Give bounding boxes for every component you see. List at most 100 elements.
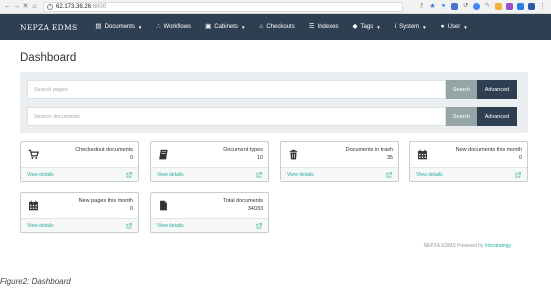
trash-icon — [289, 149, 298, 160]
widget-count: 0 — [129, 206, 133, 212]
nav-item-label: User — [447, 24, 461, 30]
external-link-icon[interactable] — [126, 222, 132, 229]
advanced-pages-button[interactable]: Advanced — [477, 80, 517, 99]
widget-count: 35 — [386, 155, 393, 161]
url-port: :8000 — [91, 3, 107, 10]
caret-down-icon: ▼ — [422, 24, 427, 30]
star-icon[interactable]: ★ — [429, 3, 436, 10]
widget-title: New documents this month — [455, 147, 522, 153]
brand-logo[interactable]: NEPZA EDMS — [20, 23, 77, 32]
extension-icon[interactable] — [506, 3, 513, 10]
widget-checkedout-documents: Checkedout documents 0 View details — [20, 141, 139, 182]
nav-item-tags[interactable]: ◆ Tags ▼ — [353, 23, 381, 31]
url-host: 62.173.36.26 — [56, 3, 92, 10]
key-icon[interactable]: ⚷ — [418, 3, 425, 10]
widget-footer[interactable]: View details — [151, 218, 268, 232]
book-icon — [159, 149, 168, 160]
user-icon: ● — [440, 22, 445, 30]
list-icon: ☰ — [308, 22, 315, 30]
external-link-icon[interactable] — [256, 222, 262, 229]
search-pages-row: Search Advanced — [27, 80, 517, 99]
close-icon[interactable]: ✕ — [21, 1, 30, 13]
calendar-icon — [29, 200, 38, 211]
widget-title: New pages this month — [78, 198, 133, 204]
view-details-link[interactable]: View details — [287, 172, 314, 178]
widget-title: Documents in trash — [345, 147, 393, 153]
widget-footer[interactable]: View details — [410, 167, 527, 181]
calendar-icon — [418, 149, 427, 160]
extension-icon[interactable] — [451, 3, 458, 10]
extension-icon[interactable]: ✎ — [484, 3, 491, 10]
back-icon[interactable]: ← — [3, 1, 12, 13]
footer-brand-link[interactable]: Infostrategy — [485, 243, 511, 249]
nav-item-checkouts[interactable]: ⌂ Checkouts — [259, 22, 295, 31]
caret-down-icon: ▼ — [240, 24, 246, 30]
file-icon — [160, 200, 167, 211]
widget-new-pages-this-month: New pages this month 0 View details — [20, 192, 139, 233]
nav-item-indexes[interactable]: ☰ Indexes — [308, 22, 339, 31]
search-pages-button[interactable]: Search — [446, 80, 477, 99]
view-details-link[interactable]: View details — [157, 223, 184, 229]
widget-body: New pages this month 0 — [21, 193, 138, 219]
view-details-link[interactable]: View details — [416, 172, 443, 178]
widget-count: 10 — [256, 155, 263, 161]
view-details-link[interactable]: View details — [27, 172, 54, 178]
top-navbar: NEPZA EDMS ▤ Documents ▼ ∴ Workflows ▣ Cabinet… — [0, 14, 551, 40]
external-link-icon[interactable] — [256, 171, 262, 178]
nav-item-workflows[interactable]: ∴ Workflows — [156, 23, 192, 31]
widget-body: Total documents 34033 — [151, 193, 268, 219]
info-icon: i — [394, 22, 397, 30]
nav-item-label: Documents — [104, 24, 135, 30]
extension-icon[interactable]: ↺ — [462, 3, 469, 10]
browser-toolbar: ← → ✕ ⌂ i 62.173.36.26:8000 ⚷ ★ ● ↺ ✎ ⋮ — [0, 0, 551, 14]
widget-footer[interactable]: View details — [21, 167, 138, 181]
search-pages-input[interactable] — [27, 80, 446, 99]
widget-count: 0 — [518, 155, 522, 161]
home-icon[interactable]: ⌂ — [30, 1, 39, 13]
widget-footer[interactable]: View details — [151, 167, 268, 181]
widget-title: Document types — [223, 147, 263, 153]
extension-icon[interactable] — [517, 3, 524, 10]
nav-item-label: Workflows — [163, 24, 192, 30]
cabinet-icon: ▣ — [205, 22, 212, 30]
widget-footer[interactable]: View details — [21, 218, 138, 232]
search-panel: Search Advanced Search Advanced — [20, 72, 528, 133]
view-details-link[interactable]: View details — [157, 172, 184, 178]
figure-caption: Figure2: Dashboard — [0, 277, 71, 286]
caret-down-icon: ▼ — [376, 24, 381, 30]
extension-icon[interactable] — [495, 3, 502, 10]
extension-icon[interactable]: ● — [440, 3, 447, 10]
search-documents-row: Search Advanced — [27, 107, 517, 126]
nav-item-label: Checkouts — [266, 24, 295, 30]
search-documents-input[interactable] — [27, 107, 446, 126]
nav-item-label: System — [399, 24, 420, 30]
cart-icon: ⌂ — [259, 22, 264, 30]
page-title: Dashboard — [20, 52, 77, 64]
widget-footer[interactable]: View details — [281, 167, 398, 181]
search-documents-button[interactable]: Search — [446, 107, 477, 126]
widget-count: 0 — [129, 155, 133, 161]
view-details-link[interactable]: View details — [27, 223, 54, 229]
nav-item-label: Indexes — [317, 24, 339, 30]
profile-icon[interactable] — [528, 3, 535, 10]
forward-icon[interactable]: → — [12, 1, 21, 13]
widget-body: New documents this month 0 — [410, 142, 527, 168]
cart-icon — [28, 149, 39, 159]
external-link-icon[interactable] — [386, 171, 392, 178]
nav-item-system[interactable]: i System ▼ — [394, 22, 427, 31]
nav-item-label: Cabinets — [214, 24, 238, 30]
nav-item-cabinets[interactable]: ▣ Cabinets ▼ — [205, 22, 246, 31]
nav-item-label: Tags — [360, 24, 374, 30]
external-link-icon[interactable] — [126, 171, 132, 178]
info-icon: i — [47, 3, 53, 10]
nav-item-user[interactable]: ● User ▼ — [440, 22, 468, 31]
address-bar[interactable]: i 62.173.36.26:8000 — [43, 1, 403, 12]
nav-item-documents[interactable]: ▤ Documents ▼ — [95, 23, 142, 31]
menu-icon[interactable]: ⋮ — [539, 3, 546, 10]
advanced-documents-button[interactable]: Advanced — [477, 107, 517, 126]
footer-credits: NEPZA EDMS Powered by Infostrategy — [423, 243, 511, 249]
footer-text: NEPZA EDMS Powered by — [423, 243, 484, 249]
caret-down-icon: ▼ — [463, 24, 468, 30]
external-link-icon[interactable] — [515, 171, 521, 178]
extension-icon[interactable] — [473, 3, 480, 10]
